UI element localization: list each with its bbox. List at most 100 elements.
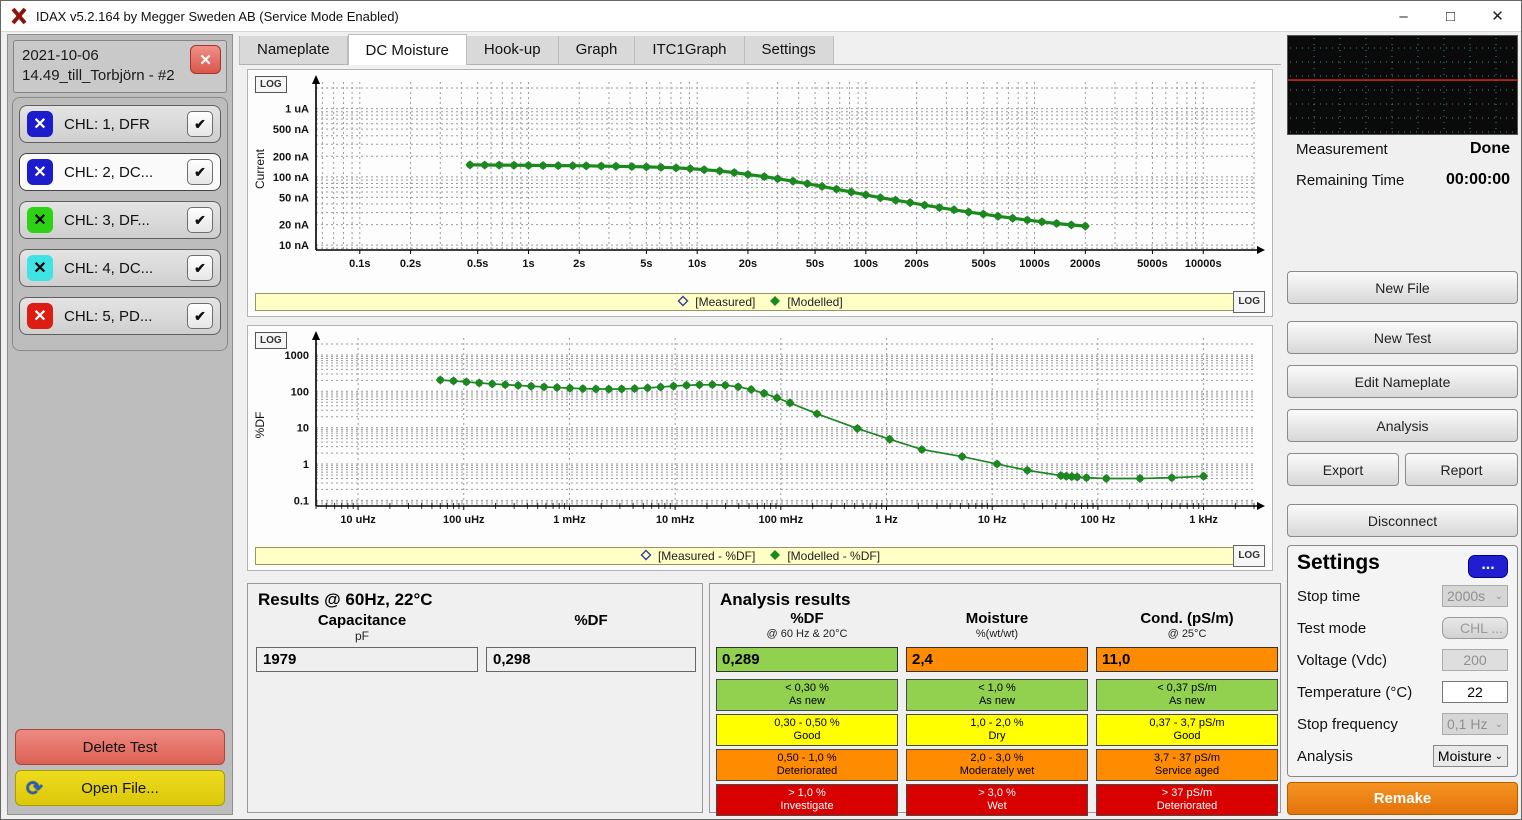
analysis-title: Analysis results — [720, 590, 1280, 610]
scale-label: Good — [1174, 730, 1201, 743]
measurement-value: Done — [1470, 140, 1510, 158]
close-icon[interactable]: ✕ — [1474, 1, 1521, 31]
svg-text:1000: 1000 — [285, 350, 309, 362]
close-test-button[interactable]: ✕ — [190, 45, 221, 74]
svg-text:0.1s: 0.1s — [349, 258, 370, 270]
chart2-legend-log-button[interactable]: LOG — [1233, 545, 1265, 567]
analysis-column-df: %DF@ 60 Hz & 20°C0,289 — [716, 610, 898, 640]
scale-range: 3,7 - 37 pS/m — [1154, 752, 1220, 765]
scale-label: As new — [1169, 695, 1205, 708]
svg-text:10 mHz: 10 mHz — [656, 514, 695, 526]
analysis-scale-cell: > 37 pS/mDeteriorated — [1096, 784, 1278, 816]
svg-text:100 uHz: 100 uHz — [443, 514, 485, 526]
channel-item-1[interactable]: ✕CHL: 1, DFR✔ — [19, 105, 221, 143]
tab-itc1graph[interactable]: ITC1Graph — [635, 36, 744, 64]
channel-label: CHL: 2, DC... — [64, 164, 187, 181]
new-test-button[interactable]: New Test — [1287, 321, 1518, 354]
tab-nameplate[interactable]: Nameplate — [239, 36, 348, 64]
channel-checkbox[interactable]: ✔ — [187, 207, 213, 233]
remaining-time-value: 00:00:00 — [1446, 171, 1510, 189]
svg-text:10 nA: 10 nA — [279, 240, 309, 252]
analysis-scale-cell: 0,30 - 0,50 %Good — [716, 714, 898, 746]
open-file-button[interactable]: ⟳ Open File... — [15, 770, 225, 806]
legend-label: [Measured - %DF] — [658, 549, 755, 563]
window-controls: – □ ✕ — [1380, 1, 1521, 31]
setting-row-stop-time: Stop time 2000s⌄ — [1297, 585, 1508, 607]
scale-label: Dry — [988, 730, 1005, 743]
tab-hook-up[interactable]: Hook-up — [467, 36, 559, 64]
legend-item-measured-df: [Measured - %DF] — [640, 549, 755, 564]
analysis-scale-cell: > 3,0 %Wet — [906, 784, 1088, 816]
scale-label: Deteriorated — [777, 765, 838, 778]
analysis-column-header: %DF — [716, 610, 898, 627]
channel-color-icon: ✕ — [27, 255, 53, 281]
channel-item-2[interactable]: ✕CHL: 2, DC...✔ — [19, 153, 221, 191]
tab-dc-moisture[interactable]: DC Moisture — [348, 34, 467, 65]
channel-item-4[interactable]: ✕ CHL: 4, DC...✔ — [19, 249, 221, 287]
test-name: 14.49_till_Torbjörn - #2 — [22, 66, 218, 86]
channel-label: CHL: 4, DC... — [64, 260, 187, 277]
idax-logo-icon — [10, 7, 28, 25]
minimize-icon[interactable]: – — [1380, 1, 1427, 31]
channel-checkbox[interactable]: ✔ — [187, 111, 213, 137]
svg-text:0.1: 0.1 — [294, 495, 309, 507]
stop-frequency-select: 0,1 Hz⌄ — [1442, 713, 1508, 735]
channel-label: CHL: 5, PD... — [64, 308, 187, 325]
setting-label: Stop time — [1297, 588, 1360, 605]
channel-list: ✕CHL: 1, DFR✔✕CHL: 2, DC...✔✕CHL: 3, DF.… — [12, 97, 228, 351]
channel-item-3[interactable]: ✕CHL: 3, DF...✔ — [19, 201, 221, 239]
tab-bar: NameplateDC MoistureHook-upGraphITC1Grap… — [239, 34, 1281, 65]
svg-text:10 Hz: 10 Hz — [978, 514, 1007, 526]
analysis-button[interactable]: Analysis — [1287, 409, 1518, 442]
open-file-label: Open File... — [81, 780, 159, 797]
current-time-chart: 0.1s0.2s0.5s1s2s5s10s20s50s100s200s500s1… — [252, 74, 1266, 293]
legend-label: [Modelled - %DF] — [787, 549, 880, 563]
setting-value: Moisture — [1438, 748, 1492, 764]
setting-value: CHL ... — [1460, 620, 1503, 636]
analysis-scale-cell: < 1,0 %As new — [906, 679, 1088, 711]
stop-time-select: 2000s⌄ — [1442, 585, 1508, 607]
new-file-button[interactable]: New File — [1287, 271, 1518, 304]
export-button[interactable]: Export — [1287, 453, 1399, 486]
report-button[interactable]: Report — [1405, 453, 1518, 486]
chevron-down-icon: ⌄ — [1495, 591, 1503, 602]
right-panel: Measurement Done Remaining Time 00:00:00… — [1286, 34, 1520, 817]
svg-text:500 nA: 500 nA — [273, 124, 309, 136]
channel-checkbox[interactable]: ✔ — [187, 255, 213, 281]
analysis-select[interactable]: Moisture⌄ — [1433, 745, 1508, 767]
scale-range: 0,30 - 0,50 % — [774, 717, 839, 730]
setting-value: 200 — [1463, 652, 1486, 668]
chart2-log-button[interactable]: LOG — [255, 332, 287, 349]
svg-text:100: 100 — [291, 386, 309, 398]
test-mode-button: CHL ... — [1442, 617, 1508, 639]
scale-range: > 1,0 % — [788, 787, 826, 800]
scale-label: Deteriorated — [1157, 800, 1218, 813]
tab-graph[interactable]: Graph — [559, 36, 636, 64]
tab-settings[interactable]: Settings — [745, 36, 834, 64]
analysis-scale-cell: 1,0 - 2,0 %Dry — [906, 714, 1088, 746]
analysis-column-header: Moisture — [906, 610, 1088, 627]
chart1-log-button[interactable]: LOG — [255, 76, 287, 93]
remake-button[interactable]: Remake — [1287, 782, 1518, 815]
test-header[interactable]: 2021-10-06 14.49_till_Torbjörn - #2 ✕ — [13, 40, 227, 93]
analysis-value: 0,289 — [716, 647, 898, 672]
delete-test-button[interactable]: Delete Test — [15, 729, 225, 765]
settings-menu-button[interactable]: ... — [1468, 555, 1508, 578]
svg-text:1000s: 1000s — [1019, 258, 1050, 270]
analysis-scale-cell: 0,37 - 3,7 pS/mGood — [1096, 714, 1278, 746]
temperature-c-input[interactable]: 22 — [1442, 681, 1508, 703]
remaining-time-label: Remaining Time — [1296, 172, 1404, 189]
analysis-column-header: Cond. (pS/m) — [1096, 610, 1278, 627]
capacitance-header: Capacitance pF — [248, 612, 476, 643]
channel-item-5[interactable]: ✕CHL: 5, PD...✔ — [19, 297, 221, 335]
channel-checkbox[interactable]: ✔ — [187, 303, 213, 329]
setting-label: Analysis — [1297, 748, 1353, 765]
edit-nameplate-button[interactable]: Edit Nameplate — [1287, 365, 1518, 398]
disconnect-button[interactable]: Disconnect — [1287, 504, 1518, 537]
scale-label: Wet — [987, 800, 1006, 813]
legend-item-modelled-df: [Modelled - %DF] — [769, 549, 880, 564]
chart1-legend-log-button[interactable]: LOG — [1233, 291, 1265, 313]
maximize-icon[interactable]: □ — [1427, 1, 1474, 31]
channel-color-icon: ✕ — [27, 111, 53, 137]
channel-checkbox[interactable]: ✔ — [187, 159, 213, 185]
